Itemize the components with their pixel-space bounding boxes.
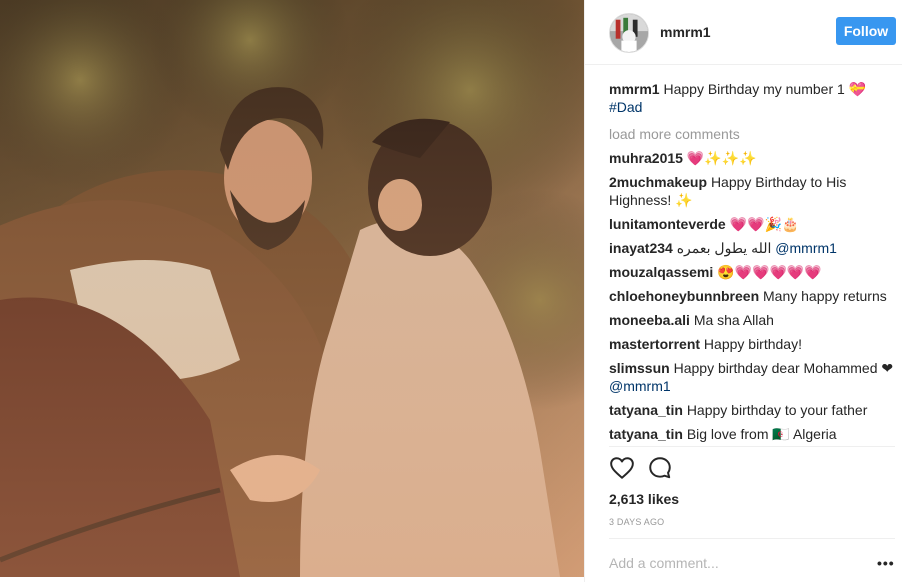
comment-item: moneeba.ali Ma sha Allah bbox=[609, 311, 895, 329]
comment-text: Happy birthday to your father bbox=[686, 402, 868, 418]
comment-item: muhra2015 💗✨✨✨ bbox=[609, 149, 895, 167]
comment-item: lunitamonteverde 💗💗🎉🎂 bbox=[609, 215, 895, 233]
comment-username[interactable]: muhra2015 bbox=[609, 150, 683, 166]
comment-username[interactable]: lunitamonteverde bbox=[609, 216, 726, 232]
caption-text: Happy Birthday my number 1 💝 bbox=[663, 81, 867, 97]
comment-text: Big love from 🇩🇿 Algeria bbox=[686, 426, 837, 442]
comment-username[interactable]: chloehoneybunnbreen bbox=[609, 288, 759, 304]
likes-count[interactable]: 2,613 likes bbox=[609, 491, 679, 507]
comment-username[interactable]: inayat234 bbox=[609, 240, 673, 256]
divider bbox=[609, 446, 895, 447]
comment-text: الله يطول بعمره bbox=[676, 240, 772, 256]
post-timestamp: 3 DAYS AGO bbox=[609, 517, 665, 527]
comment-username[interactable]: moneeba.ali bbox=[609, 312, 690, 328]
comment-item: inayat234 الله يطول بعمره @mmrm1 bbox=[609, 239, 895, 257]
comment-username[interactable]: tatyana_tin bbox=[609, 426, 683, 442]
heart-icon[interactable] bbox=[609, 455, 635, 481]
comment-bubble-icon[interactable] bbox=[647, 455, 673, 481]
comment-item: tatyana_tin Big love from 🇩🇿 Algeria bbox=[609, 425, 895, 443]
comment-text: Happy birthday dear Mohammed ❤ bbox=[673, 360, 894, 376]
comment-item: chloehoneybunnbreen Many happy returns bbox=[609, 287, 895, 305]
post-sidebar: mmrm1 Follow mmrm1 Happy Birthday my num… bbox=[584, 0, 902, 582]
more-options-icon[interactable]: ••• bbox=[877, 556, 895, 570]
comment-item: mastertorrent Happy birthday! bbox=[609, 335, 895, 353]
comment-item: tatyana_tin Happy birthday to your fathe… bbox=[609, 401, 895, 419]
comment-item: mouzalqassemi 😍💗💗💗💗💗 bbox=[609, 263, 895, 281]
comment-text: 💗💗🎉🎂 bbox=[729, 216, 800, 232]
comment-username[interactable]: tatyana_tin bbox=[609, 402, 683, 418]
comment-mention[interactable]: @mmrm1 bbox=[609, 378, 671, 394]
avatar[interactable] bbox=[609, 13, 649, 53]
comment-text: 😍💗💗💗💗💗 bbox=[717, 264, 822, 280]
post-photo[interactable] bbox=[0, 0, 584, 577]
follow-button[interactable]: Follow bbox=[836, 17, 896, 45]
caption: mmrm1 Happy Birthday my number 1 💝 #Dad bbox=[609, 80, 895, 116]
post-header: mmrm1 Follow bbox=[585, 0, 902, 65]
caption-username[interactable]: mmrm1 bbox=[609, 81, 660, 97]
add-comment-input[interactable] bbox=[609, 553, 859, 573]
comment-text: Many happy returns bbox=[763, 288, 887, 304]
load-more-comments-link[interactable]: load more comments bbox=[609, 125, 895, 143]
author-username[interactable]: mmrm1 bbox=[660, 24, 711, 40]
comment-item: 2muchmakeup Happy Birthday to His Highne… bbox=[609, 173, 895, 209]
comment-mention[interactable]: @mmrm1 bbox=[775, 240, 837, 256]
comment-username[interactable]: mouzalqassemi bbox=[609, 264, 713, 280]
comment-username[interactable]: mastertorrent bbox=[609, 336, 700, 352]
divider bbox=[609, 538, 895, 539]
comment-text: Ma sha Allah bbox=[693, 312, 774, 328]
comment-username[interactable]: slimssun bbox=[609, 360, 670, 376]
comment-text: Happy birthday! bbox=[703, 336, 802, 352]
comment-username[interactable]: 2muchmakeup bbox=[609, 174, 707, 190]
comments-list: mmrm1 Happy Birthday my number 1 💝 #Dad … bbox=[609, 80, 895, 446]
comment-item: slimssun Happy birthday dear Mohammed ❤ … bbox=[609, 359, 895, 395]
comment-text: 💗✨✨✨ bbox=[686, 150, 757, 166]
caption-hashtag[interactable]: #Dad bbox=[609, 99, 642, 115]
